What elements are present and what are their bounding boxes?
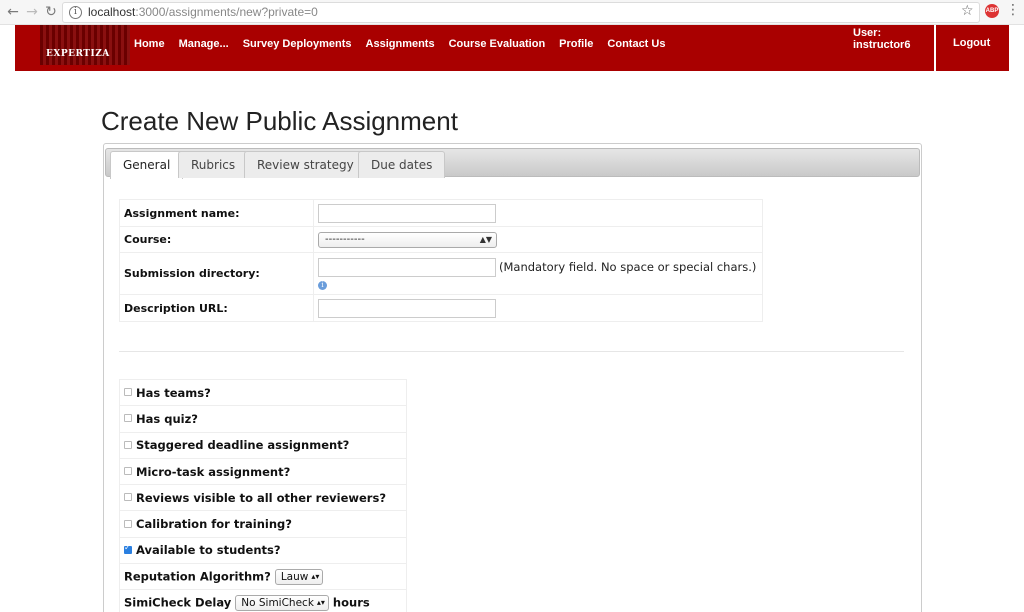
- has-teams-checkbox[interactable]: [124, 388, 132, 397]
- calibration-checkbox[interactable]: [124, 519, 132, 528]
- submission-directory-input[interactable]: [318, 257, 496, 277]
- course-selected: -----------: [325, 233, 365, 245]
- reputation-selected: Lauw: [280, 570, 309, 583]
- select-arrows-icon: ▲▼: [479, 234, 492, 244]
- expertiza-logo[interactable]: EXPERTIZA: [40, 25, 130, 65]
- select-arrows-icon: ▴▾: [311, 571, 320, 581]
- logo-text: EXPERTIZA: [46, 49, 110, 59]
- course-label: Course:: [119, 226, 314, 253]
- nav-contact-us[interactable]: Contact Us: [607, 38, 665, 50]
- nav-survey-deployments[interactable]: Survey Deployments: [243, 38, 352, 50]
- micro-task-label: Micro-task assignment?: [136, 464, 291, 479]
- info-icon[interactable]: i: [318, 280, 327, 290]
- has-teams-label: Has teams?: [136, 385, 211, 400]
- logout-link[interactable]: Logout: [953, 37, 990, 49]
- site-info-icon[interactable]: i: [69, 6, 82, 19]
- staggered-deadline-checkbox[interactable]: [124, 440, 132, 449]
- available-to-students-label: Available to students?: [136, 543, 281, 558]
- logout-area: Logout: [936, 25, 1009, 71]
- assignment-name-input[interactable]: [318, 203, 496, 223]
- assignment-name-label: Assignment name:: [119, 199, 314, 227]
- bookmark-star-icon[interactable]: ☆: [961, 3, 974, 19]
- forward-icon[interactable]: →: [23, 3, 41, 21]
- user-label: User: instructor6: [853, 27, 911, 51]
- url-text: localhost:3000/assignments/new?private=0: [88, 5, 318, 19]
- tab-general[interactable]: General: [110, 151, 184, 179]
- micro-task-checkbox[interactable]: [124, 467, 132, 476]
- select-arrows-icon: ▴▾: [316, 598, 325, 608]
- nav-home[interactable]: Home: [134, 38, 165, 50]
- simicheck-selected: No SimiCheck: [241, 597, 314, 610]
- nav-manage[interactable]: Manage...: [179, 38, 229, 50]
- browser-toolbar: ← → ↻ i localhost:3000/assignments/new?p…: [0, 0, 1024, 25]
- address-bar[interactable]: i localhost:3000/assignments/new?private…: [62, 2, 980, 23]
- description-url-label: Description URL:: [119, 294, 314, 322]
- app-navbar: EXPERTIZA Home Manage... Survey Deployme…: [15, 25, 934, 71]
- reviews-visible-checkbox[interactable]: [124, 493, 132, 502]
- nav-assignments[interactable]: Assignments: [366, 38, 435, 50]
- back-icon[interactable]: ←: [4, 3, 22, 21]
- nav-profile[interactable]: Profile: [559, 38, 593, 50]
- reputation-algorithm-select[interactable]: Lauw ▴▾: [274, 568, 324, 585]
- tab-due-dates[interactable]: Due dates: [358, 151, 446, 178]
- assignment-form-table: Assignment name: Course: ----------- ▲▼ S…: [119, 199, 763, 322]
- nav-links: Home Manage... Survey Deployments Assign…: [134, 38, 665, 50]
- description-url-input[interactable]: [318, 298, 496, 318]
- reviews-visible-label: Reviews visible to all other reviewers?: [136, 490, 386, 505]
- simicheck-delay-label: SimiCheck Delay: [124, 595, 232, 610]
- tab-review-strategy[interactable]: Review strategy: [244, 151, 367, 178]
- simicheck-unit-label: hours: [332, 595, 370, 610]
- has-quiz-label: Has quiz?: [136, 411, 198, 426]
- submission-directory-hint: (Mandatory field. No space or special ch…: [499, 260, 757, 274]
- reputation-algorithm-label: Reputation Algorithm?: [124, 569, 271, 584]
- available-to-students-checkbox[interactable]: [124, 543, 132, 554]
- section-divider: [119, 351, 904, 352]
- tab-rubrics[interactable]: Rubrics: [178, 151, 249, 178]
- adblock-icon[interactable]: ABP: [985, 4, 999, 18]
- nav-course-evaluation[interactable]: Course Evaluation: [449, 38, 546, 50]
- reload-icon[interactable]: ↻: [42, 3, 60, 21]
- has-quiz-checkbox[interactable]: [124, 414, 132, 423]
- submission-directory-label: Submission directory:: [119, 252, 314, 295]
- browser-menu-icon[interactable]: ⋮: [1006, 2, 1020, 18]
- options-table: Has teams? Has quiz? Staggered deadline …: [119, 378, 407, 612]
- course-select[interactable]: ----------- ▲▼: [318, 231, 497, 248]
- page-title: Create New Public Assignment: [101, 106, 458, 136]
- staggered-deadline-label: Staggered deadline assignment?: [136, 438, 350, 453]
- simicheck-delay-select[interactable]: No SimiCheck ▴▾: [235, 595, 329, 612]
- calibration-label: Calibration for training?: [136, 517, 292, 532]
- tab-bar: General Rubrics Review strategy Due date…: [105, 148, 920, 179]
